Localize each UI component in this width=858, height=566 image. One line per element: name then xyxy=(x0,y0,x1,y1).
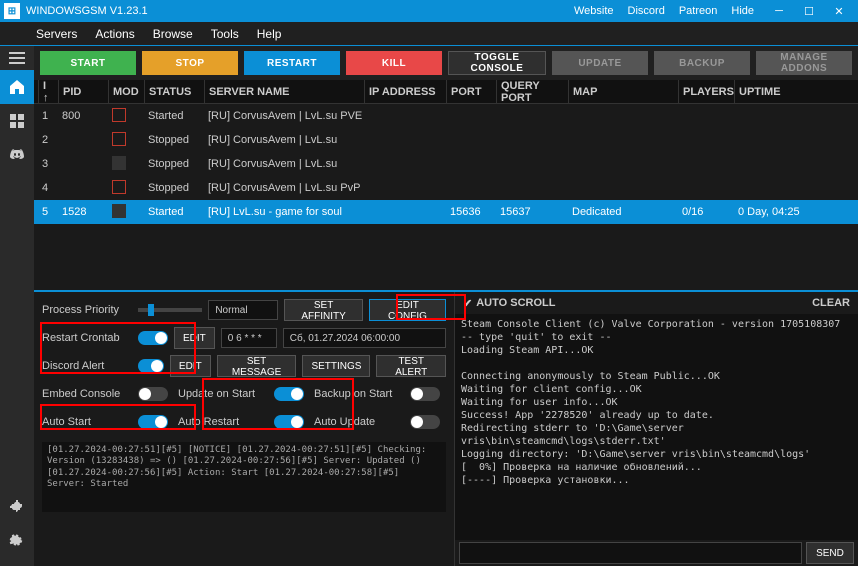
titlebar-links: Website Discord Patreon Hide xyxy=(574,5,754,17)
action-bar: START STOP RESTART KILL TOGGLE CONSOLE U… xyxy=(34,46,858,80)
link-hide[interactable]: Hide xyxy=(731,5,754,17)
auto-update-toggle[interactable] xyxy=(410,415,440,429)
settings-panel: Process Priority SET AFFINITY EDIT CONFI… xyxy=(34,292,454,566)
menu-tools[interactable]: Tools xyxy=(211,27,239,41)
update-button[interactable]: UPDATE xyxy=(552,51,648,75)
sidebar-discord-icon[interactable] xyxy=(0,138,34,172)
mod-icon xyxy=(112,132,126,146)
crontab-edit-button[interactable]: EDIT xyxy=(174,327,215,349)
console-input[interactable] xyxy=(459,542,802,564)
maximize-button[interactable]: ☐ xyxy=(794,0,824,22)
bottom-panels: Process Priority SET AFFINITY EDIT CONFI… xyxy=(34,290,858,566)
titlebar: ⊞ WINDOWSGSM V1.23.1 Website Discord Pat… xyxy=(0,0,858,22)
auto-restart-label: Auto Restart xyxy=(178,416,268,428)
stop-button[interactable]: STOP xyxy=(142,51,238,75)
console-output: Steam Console Client (c) Valve Corporati… xyxy=(455,314,858,540)
edit-config-button[interactable]: EDIT CONFIG xyxy=(369,299,446,321)
mod-icon xyxy=(112,204,126,218)
menubar: Servers Actions Browse Tools Help xyxy=(0,22,858,46)
th-players[interactable]: PLAYERS xyxy=(678,80,734,103)
check-icon: ✔ xyxy=(463,297,472,310)
th-index[interactable]: I ↑ xyxy=(38,80,58,103)
link-website[interactable]: Website xyxy=(574,5,614,17)
auto-start-label: Auto Start xyxy=(42,416,132,428)
embed-console-label: Embed Console xyxy=(42,388,132,400)
mini-log: [01.27.2024-00:27:51][#5] [NOTICE] [01.2… xyxy=(42,442,446,512)
crontab-value[interactable] xyxy=(221,328,277,348)
priority-slider[interactable] xyxy=(138,308,202,312)
th-server-name[interactable]: SERVER NAME xyxy=(204,80,364,103)
sidebar-grid-icon[interactable] xyxy=(0,104,34,138)
restart-button[interactable]: RESTART xyxy=(244,51,340,75)
clear-button[interactable]: CLEAR xyxy=(812,297,850,309)
sidebar-menu-icon[interactable] xyxy=(0,46,34,70)
backup-button[interactable]: BACKUP xyxy=(654,51,750,75)
th-query-port[interactable]: QUERY PORT xyxy=(496,80,568,103)
th-ip[interactable]: IP ADDRESS xyxy=(364,80,446,103)
table-row[interactable]: 51528Started[RU] LvL.su - game for soul1… xyxy=(34,200,858,224)
restart-crontab-toggle[interactable] xyxy=(138,331,168,345)
minimize-button[interactable]: ─ xyxy=(764,0,794,22)
main-area: START STOP RESTART KILL TOGGLE CONSOLE U… xyxy=(34,46,858,566)
embed-console-toggle[interactable] xyxy=(138,387,168,401)
backup-on-start-label: Backup on Start xyxy=(314,388,404,400)
auto-update-label: Auto Update xyxy=(314,416,404,428)
app-logo: ⊞ xyxy=(4,3,20,19)
auto-restart-toggle[interactable] xyxy=(274,415,304,429)
link-patreon[interactable]: Patreon xyxy=(679,5,718,17)
mod-icon xyxy=(112,180,126,194)
table-row[interactable]: 3Stopped[RU] CorvusAvem | LvL.su xyxy=(34,152,858,176)
server-table-header: I ↑ PID MOD STATUS SERVER NAME IP ADDRES… xyxy=(34,80,858,104)
th-port[interactable]: PORT xyxy=(446,80,496,103)
th-status[interactable]: STATUS xyxy=(144,80,204,103)
crontab-time xyxy=(283,328,446,348)
update-on-start-toggle[interactable] xyxy=(274,387,304,401)
auto-start-toggle[interactable] xyxy=(138,415,168,429)
discord-alert-label: Discord Alert xyxy=(42,360,132,372)
table-row[interactable]: 2Stopped[RU] CorvusAvem | LvL.su xyxy=(34,128,858,152)
link-discord[interactable]: Discord xyxy=(628,5,665,17)
mod-icon xyxy=(112,156,126,170)
start-button[interactable]: START xyxy=(40,51,136,75)
table-row[interactable]: 4Stopped[RU] CorvusAvem | LvL.su PvP xyxy=(34,176,858,200)
set-message-button[interactable]: SET MESSAGE xyxy=(217,355,297,377)
close-button[interactable]: ✕ xyxy=(824,0,854,22)
priority-label: Process Priority xyxy=(42,304,132,316)
th-pid[interactable]: PID xyxy=(58,80,108,103)
sidebar xyxy=(0,46,34,566)
sidebar-settings-icon[interactable] xyxy=(0,524,34,558)
sidebar-home-icon[interactable] xyxy=(0,70,34,104)
menu-browse[interactable]: Browse xyxy=(153,27,193,41)
menu-servers[interactable]: Servers xyxy=(36,27,77,41)
th-map[interactable]: MAP xyxy=(568,80,678,103)
console-header: ✔ AUTO SCROLL CLEAR xyxy=(455,292,858,314)
kill-button[interactable]: KILL xyxy=(346,51,442,75)
app-title: WINDOWSGSM V1.23.1 xyxy=(26,5,574,17)
th-mod[interactable]: MOD xyxy=(108,80,144,103)
mod-icon xyxy=(112,108,126,122)
manage-addons-button[interactable]: MANAGE ADDONS xyxy=(756,51,852,75)
console-panel: ✔ AUTO SCROLL CLEAR Steam Console Client… xyxy=(454,292,858,566)
menu-help[interactable]: Help xyxy=(257,27,282,41)
send-button[interactable]: SEND xyxy=(806,542,854,564)
test-alert-button[interactable]: TEST ALERT xyxy=(376,355,446,377)
priority-value[interactable] xyxy=(208,300,278,320)
sidebar-addons-icon[interactable] xyxy=(0,490,34,524)
table-row[interactable]: 1800Started[RU] CorvusAvem | LvL.su PVE xyxy=(34,104,858,128)
toggle-console-button[interactable]: TOGGLE CONSOLE xyxy=(448,51,546,75)
set-affinity-button[interactable]: SET AFFINITY xyxy=(284,299,363,321)
auto-scroll-label[interactable]: AUTO SCROLL xyxy=(476,297,555,309)
backup-on-start-toggle[interactable] xyxy=(410,387,440,401)
discord-edit-button[interactable]: EDIT xyxy=(170,355,211,377)
update-on-start-label: Update on Start xyxy=(178,388,268,400)
server-table-body: 1800Started[RU] CorvusAvem | LvL.su PVE2… xyxy=(34,104,858,290)
th-uptime[interactable]: UPTIME xyxy=(734,80,802,103)
menu-actions[interactable]: Actions xyxy=(95,27,134,41)
settings-button[interactable]: SETTINGS xyxy=(302,355,370,377)
discord-alert-toggle[interactable] xyxy=(138,359,164,373)
restart-crontab-label: Restart Crontab xyxy=(42,332,132,344)
